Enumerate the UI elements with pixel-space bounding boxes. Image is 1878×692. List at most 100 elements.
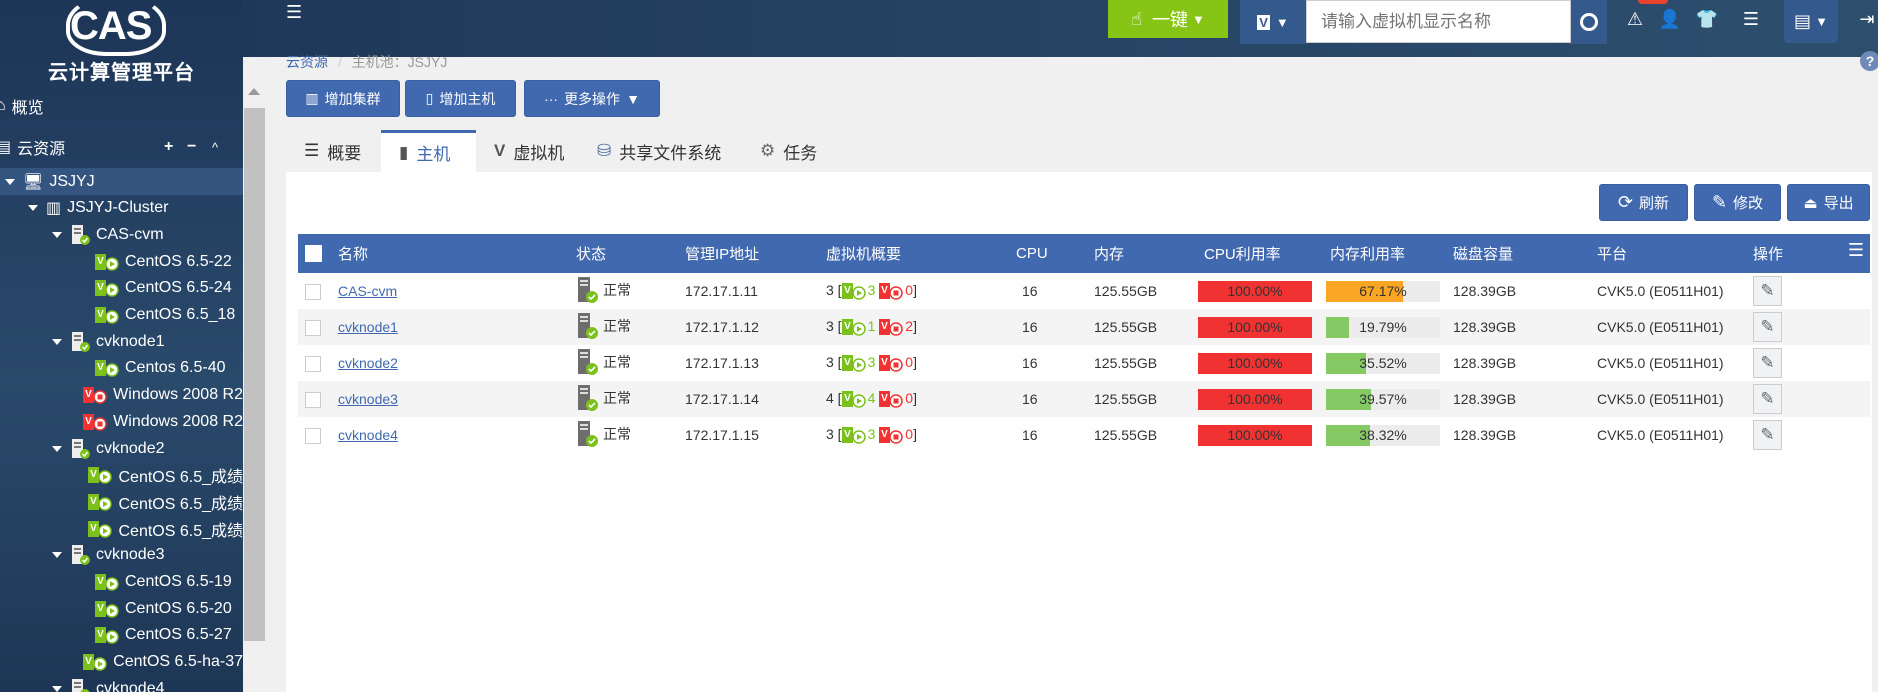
table-row[interactable]: cvknode3 正常 172.17.1.14 4 [V 4 V 0] 16 125… bbox=[298, 381, 1870, 417]
alarm-icon[interactable]: ⚠ bbox=[1622, 0, 1648, 38]
tab-shared-fs[interactable]: ⛁ 共享文件系统 bbox=[579, 130, 739, 172]
breadcrumb-root[interactable]: 云资源 bbox=[286, 54, 328, 70]
modify-button[interactable]: ✎ 修改 bbox=[1694, 184, 1781, 221]
tree-node-vm-running[interactable]: V CentOS 6.5_18 bbox=[0, 302, 243, 329]
tree-node-vm-running[interactable]: V CentOS 6.5-22 bbox=[0, 248, 243, 275]
scroll-up-icon[interactable] bbox=[248, 88, 260, 95]
tree-node-vm-stopped[interactable]: V Windows 2008 R2 bbox=[0, 382, 243, 409]
cluster-add-icon: ▥ bbox=[305, 90, 319, 106]
row-checkbox[interactable] bbox=[305, 319, 321, 336]
col-name[interactable]: 名称 bbox=[338, 234, 576, 273]
edit-host-button[interactable]: ✎ bbox=[1753, 276, 1782, 306]
mem-usage-bar: 35.52% bbox=[1326, 352, 1440, 374]
tree-node-vm-running[interactable]: V CentOS 6.5_成绩 bbox=[0, 515, 243, 542]
view-menu-button[interactable]: ▤ ▼ bbox=[1784, 0, 1838, 43]
list-icon[interactable]: ☰ bbox=[1738, 0, 1764, 38]
caret-down-icon[interactable] bbox=[52, 445, 62, 452]
add-host-button[interactable]: ▯ 增加主机 bbox=[405, 80, 516, 117]
host-name-link[interactable]: CAS-cvm bbox=[338, 283, 397, 299]
caret-down-icon[interactable] bbox=[52, 231, 62, 238]
caret-down-icon[interactable] bbox=[28, 205, 38, 212]
tree-node-vm-running[interactable]: V CentOS 6.5-20 bbox=[0, 595, 243, 622]
host-icon bbox=[70, 224, 92, 246]
tree-node-host[interactable]: cvknode3 bbox=[0, 542, 243, 569]
row-checkbox[interactable] bbox=[305, 283, 321, 300]
vm-running-icon: V bbox=[841, 318, 868, 336]
edit-host-button[interactable]: ✎ bbox=[1753, 312, 1782, 342]
user-icon[interactable]: 👤 bbox=[1657, 0, 1683, 38]
more-actions-button[interactable]: ··· 更多操作 ▼ bbox=[524, 80, 660, 117]
table-row[interactable]: CAS-cvm 正常 172.17.1.11 3 [V 3 V 0] 16 125.… bbox=[298, 273, 1870, 309]
skin-icon[interactable]: 👕 bbox=[1694, 0, 1720, 38]
col-disk[interactable]: 磁盘容量 bbox=[1449, 234, 1593, 273]
add-cluster-button[interactable]: ▥ 增加集群 bbox=[286, 80, 400, 117]
caret-down-icon[interactable] bbox=[5, 178, 15, 185]
col-platform[interactable]: 平台 bbox=[1593, 234, 1748, 273]
edit-host-button[interactable]: ✎ bbox=[1753, 420, 1782, 450]
sidebar-scrollbar-thumb[interactable] bbox=[244, 108, 265, 641]
table-row[interactable]: cvknode2 正常 172.17.1.13 3 [V 3 V 0] 16 125… bbox=[298, 345, 1870, 381]
host-name-link[interactable]: cvknode1 bbox=[338, 319, 398, 335]
tree-node-vm-running[interactable]: V CentOS 6.5_成绩 bbox=[0, 462, 243, 489]
tree-node-vm-running[interactable]: V CentOS 6.5_成绩 bbox=[0, 488, 243, 515]
host-name-link[interactable]: cvknode2 bbox=[338, 355, 398, 371]
more-icon: ··· bbox=[544, 90, 559, 107]
col-cpu-usage[interactable]: CPU利用率 bbox=[1198, 234, 1322, 273]
table-row[interactable]: cvknode1 正常 172.17.1.12 3 [V 1 V 2] 16 125… bbox=[298, 309, 1870, 345]
sidebar-toggle-icon[interactable]: ☰ bbox=[286, 2, 302, 23]
tab-tasks[interactable]: ⚙ 任务 bbox=[742, 130, 835, 172]
help-icon[interactable]: ? bbox=[1860, 51, 1878, 71]
col-memory[interactable]: 内存 bbox=[1090, 234, 1198, 273]
collapse-resource-button[interactable]: ^ bbox=[212, 140, 218, 155]
tree-node-cluster[interactable]: ▥ JSJYJ-Cluster bbox=[0, 195, 243, 222]
mem-usage-bar: 38.32% bbox=[1326, 424, 1440, 446]
tree-node-host[interactable]: cvknode4 bbox=[0, 675, 243, 692]
add-resource-button[interactable]: + bbox=[164, 138, 173, 156]
tree-node-vm-stopped[interactable]: V Windows 2008 R2 bbox=[0, 408, 243, 435]
col-cpu[interactable]: CPU bbox=[1012, 234, 1090, 273]
col-mem-usage[interactable]: 内存利用率 bbox=[1322, 234, 1449, 273]
onekey-button[interactable]: ☝ 一键 ▼ bbox=[1108, 0, 1228, 38]
tree-node-vm-running[interactable]: V CentOS 6.5-24 bbox=[0, 275, 243, 302]
nav-overview[interactable]: ⌂ 概览 bbox=[0, 93, 239, 119]
caret-down-icon[interactable] bbox=[52, 685, 62, 692]
tree-node-host[interactable]: CAS-cvm bbox=[0, 221, 243, 248]
search-button[interactable] bbox=[1571, 0, 1607, 44]
tree-node-vm-running[interactable]: V CentOS 6.5-19 bbox=[0, 569, 243, 596]
tree-node-vm-running[interactable]: V Centos 6.5-40 bbox=[0, 355, 243, 382]
tree-node-pool[interactable]: 🖥 JSJYJ bbox=[0, 168, 243, 195]
logout-icon[interactable]: ⇥ bbox=[1857, 0, 1877, 38]
refresh-button[interactable]: ⟳ 刷新 bbox=[1599, 184, 1688, 221]
table-row[interactable]: cvknode4 正常 172.17.1.15 3 [V 3 V 0] 16 125… bbox=[298, 417, 1870, 453]
host-name-link[interactable]: cvknode3 bbox=[338, 391, 398, 407]
search-type-dropdown[interactable]: V ▼ bbox=[1240, 0, 1306, 44]
col-vm-summary[interactable]: 虚拟机概要 bbox=[826, 234, 1012, 273]
svg-text:V: V bbox=[97, 282, 104, 293]
column-menu-icon[interactable]: ☰ bbox=[1848, 240, 1864, 261]
tab-vms[interactable]: V 虚拟机 bbox=[476, 130, 582, 172]
tree-node-host[interactable]: cvknode2 bbox=[0, 435, 243, 462]
row-checkbox[interactable] bbox=[305, 355, 321, 372]
tree-node-vm-running[interactable]: V CentOS 6.5-ha-37 bbox=[0, 649, 243, 676]
shared-storage-icon: ⛁ bbox=[597, 141, 612, 160]
host-name-link[interactable]: cvknode4 bbox=[338, 427, 398, 443]
tab-summary[interactable]: ☰ 概要 bbox=[286, 130, 379, 172]
svg-text:V: V bbox=[881, 393, 888, 404]
col-status[interactable]: 状态 bbox=[576, 234, 685, 273]
nav-cloud-resources[interactable]: ▤ 云资源 + − ^ bbox=[0, 134, 239, 160]
refresh-icon: ⟳ bbox=[1617, 192, 1634, 212]
select-all-checkbox[interactable] bbox=[305, 245, 322, 263]
edit-host-button[interactable]: ✎ bbox=[1753, 384, 1782, 414]
edit-host-button[interactable]: ✎ bbox=[1753, 348, 1782, 378]
row-checkbox[interactable] bbox=[305, 391, 321, 408]
caret-down-icon[interactable] bbox=[52, 552, 62, 559]
remove-resource-button[interactable]: − bbox=[187, 138, 196, 156]
vm-search-input[interactable] bbox=[1306, 0, 1571, 43]
tab-hosts[interactable]: ▮ 主机 bbox=[381, 130, 476, 172]
row-checkbox[interactable] bbox=[305, 427, 321, 444]
col-ip[interactable]: 管理IP地址 bbox=[685, 234, 826, 273]
tree-node-host[interactable]: cvknode1 bbox=[0, 328, 243, 355]
caret-down-icon[interactable] bbox=[52, 338, 62, 345]
tree-node-vm-running[interactable]: V CentOS 6.5-27 bbox=[0, 622, 243, 649]
export-button[interactable]: ⏏ 导出 bbox=[1787, 184, 1870, 221]
